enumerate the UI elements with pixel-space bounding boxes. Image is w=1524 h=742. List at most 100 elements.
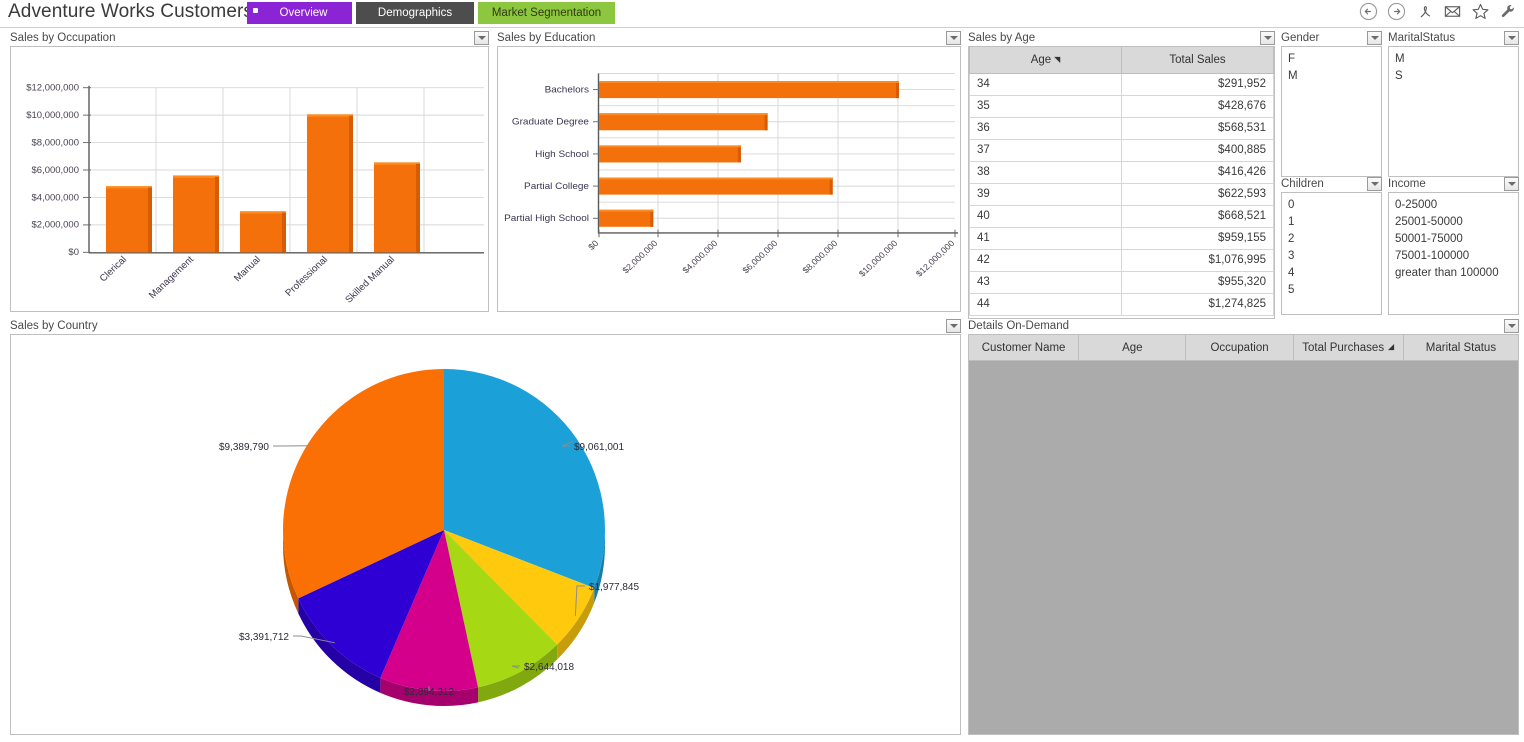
panel-income-filter: Income 0-25000 25001-50000 50001-75000 7500… <box>1388 177 1519 315</box>
table-details-on-demand: Customer Name Age Occupation Total Purchase… <box>968 334 1519 735</box>
panel-marital-status-filter: MaritalStatus MS <box>1388 31 1519 177</box>
table-row[interactable]: 35 $428,676 <box>969 94 1274 118</box>
list-marital-values[interactable]: MS <box>1389 47 1518 176</box>
filter-item-children[interactable]: 4 <box>1288 265 1375 282</box>
svg-text:$12,000,000: $12,000,000 <box>914 238 957 278</box>
cell-age: 34 <box>969 72 1122 96</box>
pie-value-label: $1,977,845 <box>589 582 639 593</box>
tab-bar: Overview Demographics Market Segmentatio… <box>247 2 615 24</box>
cell-total-sales: $668,521 <box>1121 204 1274 228</box>
chart-sales-by-country: $9,061,001 $1,977,845 $2,644,018 $2,894,312… <box>10 334 961 735</box>
table-row[interactable]: 34 $291,952 <box>969 72 1274 96</box>
cell-total-sales: $959,155 <box>1121 226 1274 250</box>
table-row[interactable]: 42 $1,076,995 <box>969 248 1274 272</box>
table-row[interactable]: 39 $622,593 <box>969 182 1274 206</box>
sort-desc-icon: ◥ <box>1054 54 1061 64</box>
settings-wrench-icon[interactable] <box>1499 2 1518 21</box>
filter-item-income[interactable]: 50001-75000 <box>1395 231 1512 248</box>
svg-text:$8,000,000: $8,000,000 <box>32 138 79 148</box>
cell-total-sales: $622,593 <box>1121 182 1274 206</box>
filter-item-gender[interactable]: F <box>1288 51 1375 68</box>
svg-text:Partial High School: Partial High School <box>504 213 589 224</box>
filter-item-marital[interactable]: S <box>1395 68 1512 85</box>
tab-demographics[interactable]: Demographics <box>356 2 474 24</box>
cell-age: 40 <box>969 204 1122 228</box>
filter-item-children[interactable]: 0 <box>1288 197 1375 214</box>
cell-total-sales: $400,885 <box>1121 138 1274 162</box>
svg-text:Partial College: Partial College <box>524 181 589 192</box>
bars-occupation <box>106 114 420 253</box>
filter-item-gender[interactable]: M <box>1288 68 1375 85</box>
cell-age: 41 <box>969 226 1122 250</box>
panel-title-marital: MaritalStatus <box>1388 32 1456 44</box>
list-income-values[interactable]: 0-25000 25001-50000 50001-75000 75001-10000… <box>1389 193 1518 314</box>
filter-item-children[interactable]: 2 <box>1288 231 1375 248</box>
list-gender-values[interactable]: FM <box>1282 47 1381 176</box>
svg-text:Skilled Manual: Skilled Manual <box>343 254 397 305</box>
panel-menu-children[interactable] <box>1367 177 1382 191</box>
cell-total-sales: $291,952 <box>1121 72 1274 96</box>
tab-overview[interactable]: Overview <box>247 2 352 24</box>
toolbar-icons <box>1359 2 1518 21</box>
panel-title-details: Details On-Demand <box>968 320 1069 332</box>
panel-menu-occupation[interactable] <box>474 31 489 45</box>
svg-text:Professional: Professional <box>283 254 330 298</box>
svg-text:$0: $0 <box>68 247 79 257</box>
filter-item-income[interactable]: 25001-50000 <box>1395 214 1512 231</box>
table-row[interactable]: 41 $959,155 <box>969 226 1274 250</box>
svg-text:$10,000,000: $10,000,000 <box>26 110 79 120</box>
filter-item-income[interactable]: greater than 100000 <box>1395 265 1512 282</box>
filter-item-marital[interactable]: M <box>1395 51 1512 68</box>
tab-market-segmentation[interactable]: Market Segmentation <box>478 2 615 24</box>
table-row[interactable]: 36 $568,531 <box>969 116 1274 140</box>
pie-value-label: $3,391,712 <box>239 632 289 643</box>
details-column-header-customer-name[interactable]: Customer Name <box>969 335 1080 361</box>
list-children-values[interactable]: 012345 <box>1282 193 1381 314</box>
pie-value-label: $9,061,001 <box>574 442 624 453</box>
table-row[interactable]: 38 $416,426 <box>969 160 1274 184</box>
back-arrow-icon[interactable] <box>1359 2 1378 21</box>
column-header-total-sales[interactable]: Total Sales <box>1121 47 1274 74</box>
favorite-star-icon[interactable] <box>1471 2 1490 21</box>
column-header-age[interactable]: Age ◥ <box>969 47 1122 74</box>
cell-total-sales: $1,274,825 <box>1121 292 1274 316</box>
panel-menu-education[interactable] <box>946 31 961 45</box>
panel-menu-income[interactable] <box>1504 177 1519 191</box>
panel-gender-filter: Gender FM <box>1281 31 1382 177</box>
panel-sales-by-country: Sales by Country $9,061,001 $1,977,845 $2,… <box>10 319 961 735</box>
filter-item-children[interactable]: 5 <box>1288 282 1375 299</box>
chart-sales-by-education: Bachelors Graduate Degree High School Pa… <box>497 46 961 312</box>
cell-total-sales: $416,426 <box>1121 160 1274 184</box>
forward-arrow-icon[interactable] <box>1387 2 1406 21</box>
filter-item-income[interactable]: 75001-100000 <box>1395 248 1512 265</box>
cell-age: 38 <box>969 160 1122 184</box>
table-row[interactable]: 37 $400,885 <box>969 138 1274 162</box>
details-column-header-age[interactable]: Age <box>1079 335 1187 361</box>
chart-sales-by-occupation: $12,000,000 $10,000,000 $8,000,000 $6,00… <box>10 46 489 312</box>
details-column-header-marital-status[interactable]: Marital Status <box>1403 335 1518 361</box>
panel-menu-details[interactable] <box>1504 319 1519 333</box>
table-row[interactable]: 44 $1,274,825 <box>969 292 1274 316</box>
table-row[interactable]: 40 $668,521 <box>969 204 1274 228</box>
svg-text:$4,000,000: $4,000,000 <box>680 238 719 275</box>
svg-text:$10,000,000: $10,000,000 <box>857 238 900 278</box>
filter-item-children[interactable]: 1 <box>1288 214 1375 231</box>
panel-children-filter: Children 012345 <box>1281 177 1382 315</box>
cell-total-sales: $568,531 <box>1121 116 1274 140</box>
details-column-header-total-purchases[interactable]: Total Purchases ◤ <box>1293 335 1404 361</box>
sort-asc-icon: ◤ <box>1388 343 1395 352</box>
panel-menu-marital[interactable] <box>1504 31 1519 45</box>
x-axis-category-labels: Clerical Management Manual Professional … <box>98 254 398 305</box>
table-header-row: Age ◥ Total Sales <box>969 47 1274 74</box>
filter-item-children[interactable]: 3 <box>1288 248 1375 265</box>
table-row[interactable]: 43 $955,320 <box>969 270 1274 294</box>
filter-item-income[interactable]: 0-25000 <box>1395 197 1512 214</box>
email-icon[interactable] <box>1443 2 1462 21</box>
details-column-header-occupation[interactable]: Occupation <box>1186 335 1294 361</box>
pdf-export-icon[interactable] <box>1415 2 1434 21</box>
panel-menu-gender[interactable] <box>1367 31 1382 45</box>
panel-menu-age[interactable] <box>1260 31 1275 45</box>
pie-value-label: $9,389,790 <box>219 442 269 453</box>
active-tab-dot-icon <box>253 8 258 13</box>
panel-menu-country[interactable] <box>946 319 961 333</box>
